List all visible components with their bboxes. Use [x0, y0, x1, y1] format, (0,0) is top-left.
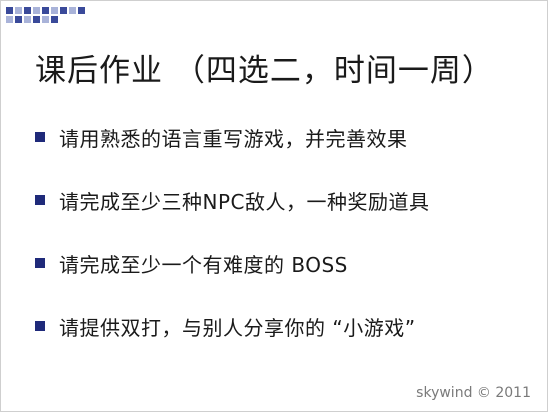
watermark: skywind © 2011: [416, 385, 531, 401]
square-bullet-icon: [35, 132, 45, 142]
bullet-text: 请完成至少一个有难度的 BOSS: [59, 252, 348, 277]
bullet-list: 请用熟悉的语言重写游戏，并完善效果 请完成至少三种NPC敌人，一种奖励道具 请完…: [35, 122, 535, 374]
square-bullet-icon: [35, 258, 45, 268]
bullet-item: 请提供双打，与别人分享你的 “小游戏”: [35, 311, 535, 341]
slide: 课后作业 （四选二，时间一周） 请用熟悉的语言重写游戏，并完善效果 请完成至少三…: [0, 0, 548, 412]
bullet-text: 请提供双打，与别人分享你的 “小游戏”: [59, 315, 416, 340]
square-bullet-icon: [35, 321, 45, 331]
slide-title: 课后作业 （四选二，时间一周）: [35, 53, 494, 89]
bullet-item: 请用熟悉的语言重写游戏，并完善效果: [35, 122, 535, 152]
square-bullet-icon: [35, 195, 45, 205]
bullet-text: 请完成至少三种NPC敌人，一种奖励道具: [59, 189, 430, 214]
bullet-item: 请完成至少一个有难度的 BOSS: [35, 248, 535, 278]
grid-squares-decoration-icon: [6, 7, 85, 23]
bullet-text: 请用熟悉的语言重写游戏，并完善效果: [59, 126, 408, 151]
bullet-item: 请完成至少三种NPC敌人，一种奖励道具: [35, 185, 535, 215]
